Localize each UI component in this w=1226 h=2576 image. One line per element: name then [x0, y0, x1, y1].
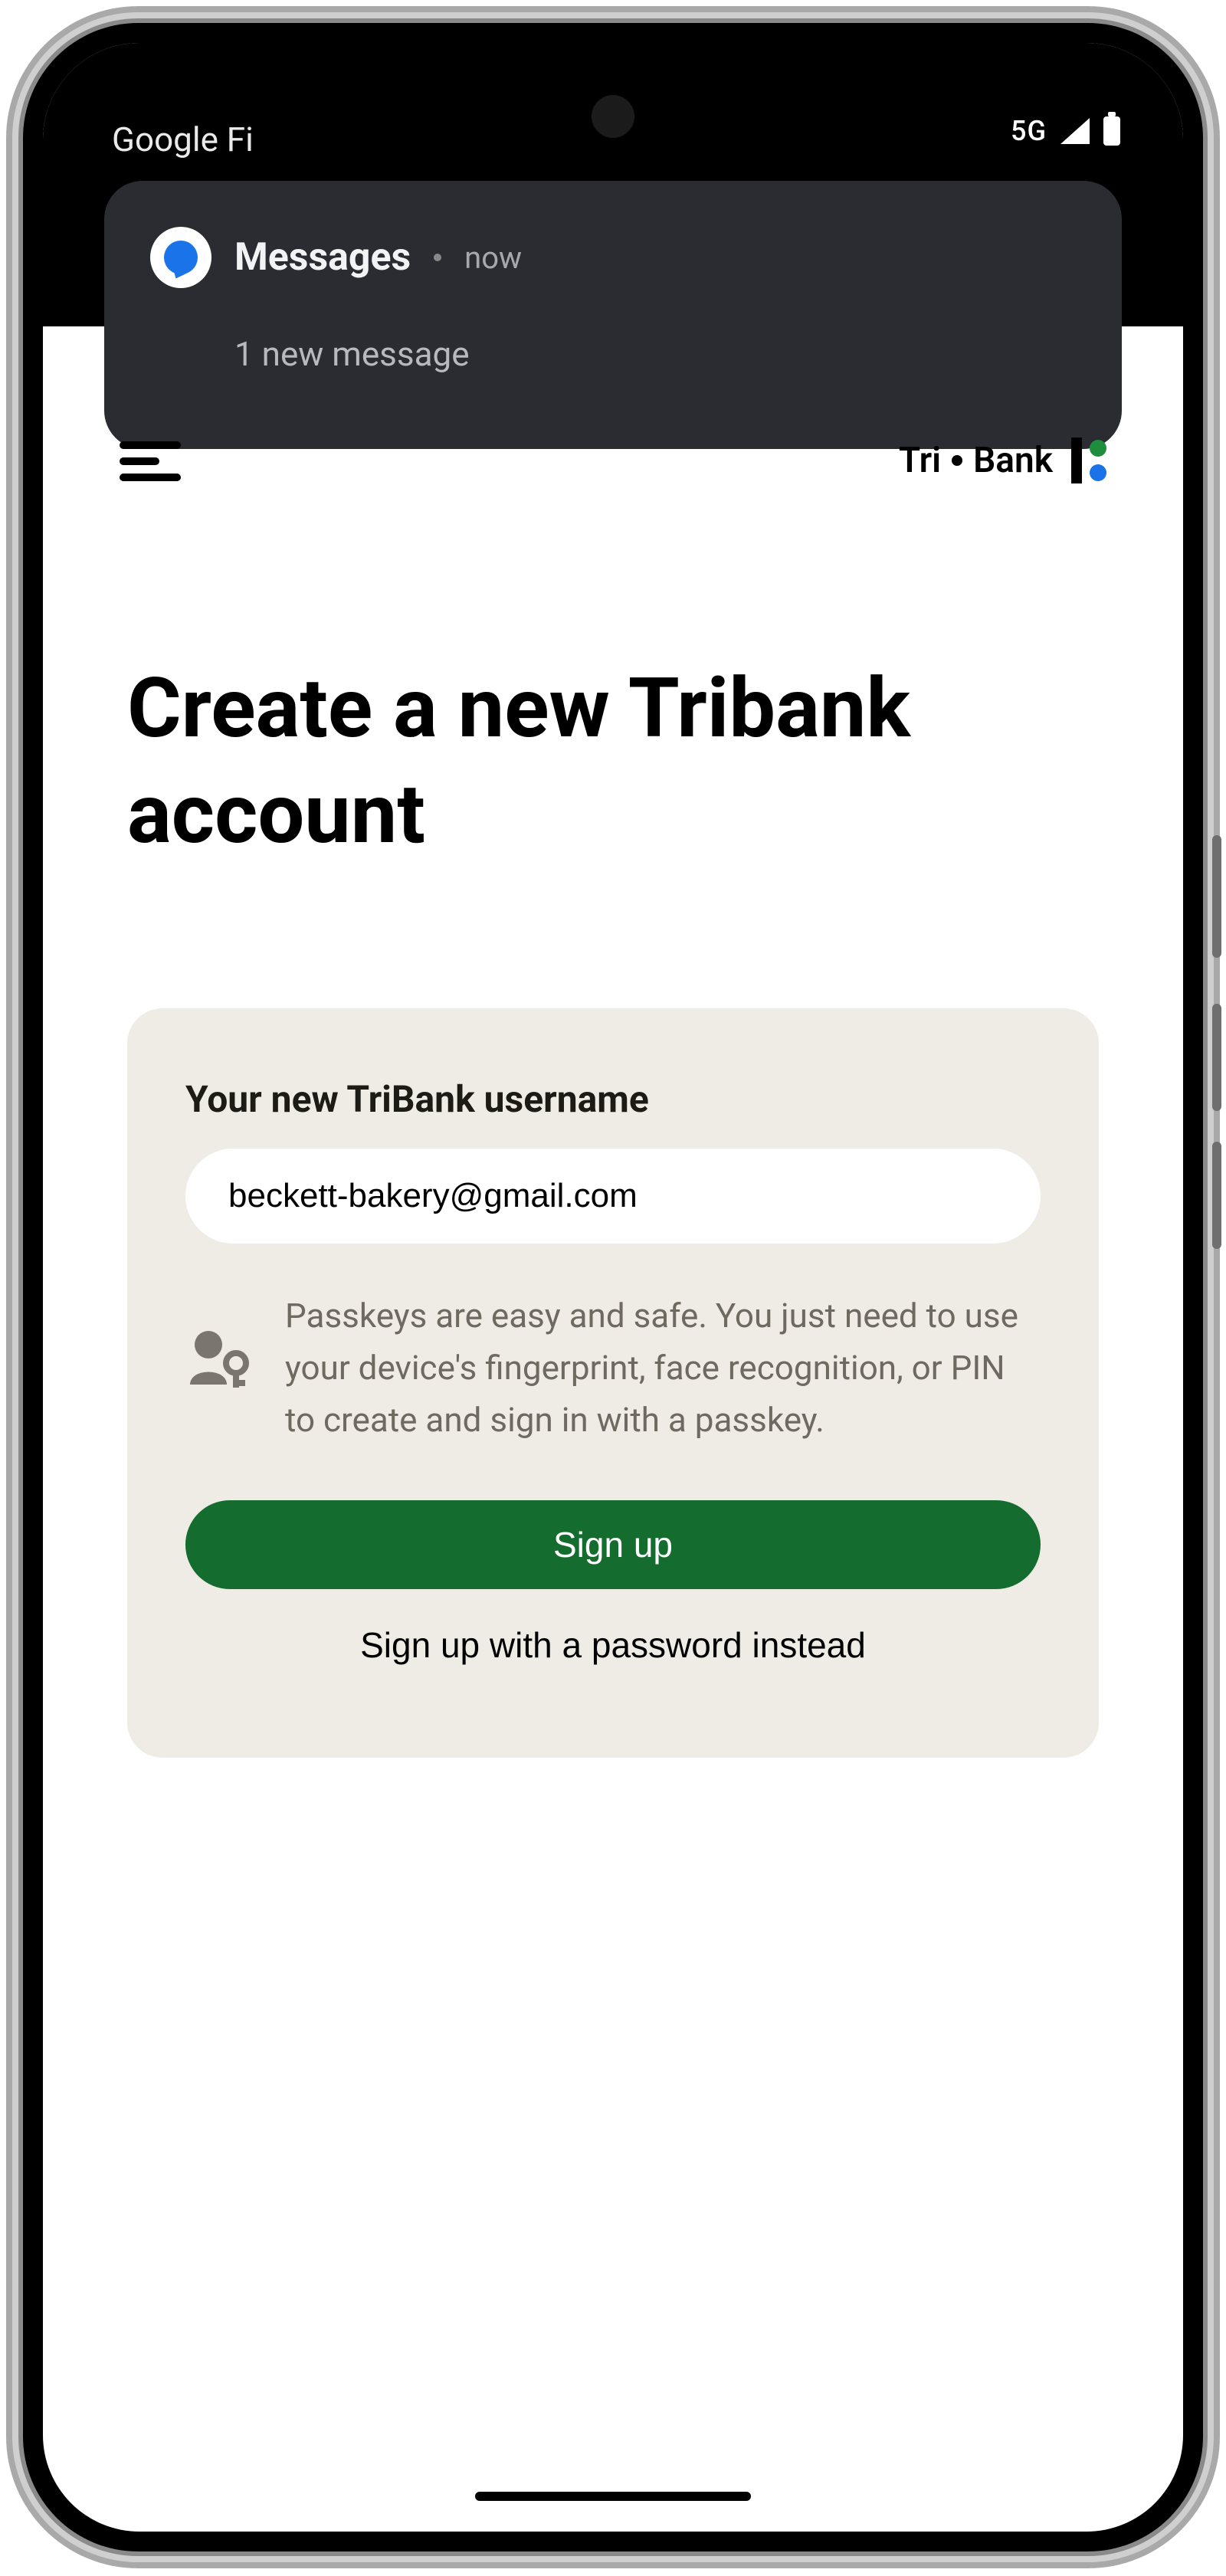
- messages-app-icon: [150, 227, 211, 288]
- notification-app-name: Messages: [234, 235, 411, 280]
- camera-cutout: [592, 95, 634, 138]
- brand-mark-icon: [1071, 438, 1106, 483]
- battery-icon: [1103, 116, 1120, 146]
- notification-time: now: [464, 240, 522, 276]
- brand-dot-icon: [952, 455, 962, 466]
- screen: Google Fi 5G Messages now 1 new message: [43, 43, 1183, 2532]
- status-carrier: Google Fi: [112, 120, 254, 159]
- brand-text-1: Tri: [899, 440, 941, 481]
- passkey-icon: [185, 1290, 254, 1392]
- brand-logo[interactable]: Tri Bank: [899, 438, 1106, 483]
- sign-up-button[interactable]: Sign up: [185, 1500, 1041, 1589]
- home-indicator[interactable]: [475, 2492, 751, 2501]
- separator-dot-icon: [434, 254, 441, 261]
- passkey-info-text: Passkeys are easy and safe. You just nee…: [285, 1290, 1041, 1447]
- power-button[interactable]: [1212, 1142, 1221, 1249]
- notification-body: 1 new message: [234, 334, 470, 374]
- signal-icon: [1060, 118, 1090, 144]
- network-label: 5G: [1011, 115, 1047, 147]
- volume-down-button[interactable]: [1212, 1004, 1221, 1111]
- brand-text-2: Bank: [973, 440, 1053, 481]
- phone-frame: Google Fi 5G Messages now 1 new message: [23, 23, 1203, 2551]
- signup-card: Your new TriBank username Passkeys are e…: [127, 1008, 1099, 1758]
- app-header: Tri Bank: [43, 403, 1183, 503]
- page-title: Create a new Tribank account: [127, 656, 1099, 867]
- status-right: 5G: [1011, 115, 1120, 147]
- username-label: Your new TriBank username: [185, 1077, 1041, 1121]
- volume-up-button[interactable]: [1212, 835, 1221, 958]
- sign-up-password-link[interactable]: Sign up with a password instead: [185, 1624, 1041, 1666]
- menu-icon[interactable]: [120, 441, 181, 481]
- username-input[interactable]: [185, 1149, 1041, 1244]
